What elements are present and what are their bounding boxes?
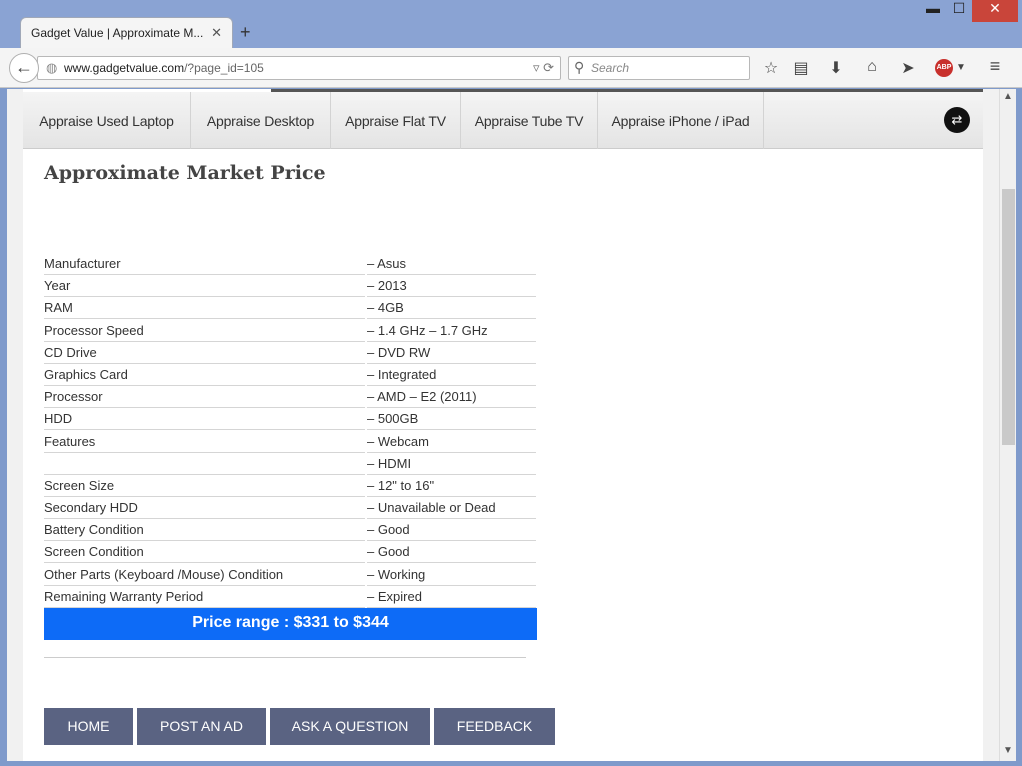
reload-icon[interactable]: ▿ ⟳ — [533, 60, 554, 76]
tab-close-icon[interactable]: ✕ — [211, 25, 222, 41]
table-row: Battery Condition – Good — [44, 519, 536, 542]
url-path: /?page_id=105 — [184, 61, 264, 75]
scroll-down-icon[interactable]: ▼ — [1003, 745, 1013, 756]
table-row: Screen Condition – Good — [44, 541, 536, 564]
spec-value: – HDMI — [367, 453, 536, 475]
spec-table: Manufacturer – Asus Year – 2013 RAM – 4GB P… — [44, 253, 536, 608]
divider — [44, 657, 526, 658]
menu-item-laptop[interactable]: Appraise Used Laptop — [23, 92, 191, 149]
spec-label: Processor — [44, 386, 365, 409]
feedback-button[interactable]: FEEDBACK — [434, 708, 555, 745]
spec-value: – AMD – E2 (2011) — [367, 386, 536, 409]
home-button[interactable]: HOME — [44, 708, 133, 745]
spec-value: – Good — [367, 519, 536, 542]
close-window-button[interactable]: ✕ — [972, 0, 1018, 22]
table-row: Manufacturer – Asus — [44, 253, 536, 275]
minimize-button[interactable]: ▬ — [920, 0, 946, 22]
main-menu: Appraise Used Laptop Appraise Desktop Ap… — [23, 92, 983, 149]
shuffle-icon[interactable]: ⇄ — [944, 107, 970, 133]
spec-label: Features — [44, 431, 365, 453]
spec-label: Year — [44, 275, 365, 298]
spec-value: – Webcam — [367, 431, 536, 453]
home-icon[interactable]: ⌂ — [861, 58, 883, 76]
scroll-thumb[interactable] — [1002, 189, 1015, 445]
new-tab-button[interactable]: + — [240, 22, 251, 43]
table-row: HDD – 500GB — [44, 408, 536, 431]
post-ad-button[interactable]: POST AN AD — [137, 708, 266, 745]
table-row: Features – Webcam — [44, 431, 536, 453]
spec-label: Processor Speed — [44, 320, 365, 342]
table-row: CD Drive – DVD RW — [44, 342, 536, 364]
reading-list-icon[interactable]: ▤ — [790, 58, 812, 78]
spec-value: – Asus — [367, 253, 536, 275]
search-placeholder: Search — [591, 61, 630, 75]
bookmark-star-icon[interactable]: ☆ — [760, 58, 782, 78]
vertical-scrollbar[interactable]: ▲ ▼ — [999, 89, 1016, 761]
table-row: Screen Size – 12" to 16" — [44, 475, 536, 497]
browser-navbar: ◍ www.gadgetvalue.com/?page_id=105 ▿ ⟳ ←… — [0, 48, 1022, 88]
table-row: Processor Speed – 1.4 GHz – 1.7 GHz — [44, 320, 536, 342]
maximize-button[interactable]: ☐ — [946, 0, 972, 22]
spec-label: Screen Condition — [44, 541, 365, 564]
table-row: Graphics Card – Integrated — [44, 364, 536, 386]
table-row: RAM – 4GB — [44, 297, 536, 320]
spec-value: – Unavailable or Dead — [367, 497, 536, 520]
spec-value: – DVD RW — [367, 342, 536, 364]
spec-value: – Working — [367, 564, 536, 586]
menu-item-desktop[interactable]: Appraise Desktop — [191, 92, 331, 149]
menu-item-iphone-ipad[interactable]: Appraise iPhone / iPad — [598, 92, 764, 149]
page-content: Appraise Used Laptop Appraise Desktop Ap… — [23, 89, 983, 761]
tab-title: Gadget Value | Approximate M... — [31, 26, 204, 40]
browser-titlebar: Gadget Value | Approximate M... ✕ + ▬ ☐ … — [0, 0, 1022, 48]
price-range-banner: Price range : $331 to $344 — [44, 608, 537, 640]
spec-value: – 1.4 GHz – 1.7 GHz — [367, 320, 536, 342]
spec-label: Screen Size — [44, 475, 365, 497]
search-input[interactable]: ⚲ Search — [568, 56, 750, 80]
back-arrow-icon: ← — [15, 57, 33, 77]
window-bottom-edge — [0, 761, 1022, 766]
url-bar[interactable]: ◍ www.gadgetvalue.com/?page_id=105 ▿ ⟳ — [37, 56, 561, 80]
globe-icon: ◍ — [46, 60, 58, 75]
menu-icon[interactable]: ≡ — [984, 56, 1006, 77]
table-row: – HDMI — [44, 453, 536, 475]
search-icon: ⚲ — [574, 59, 585, 75]
page-viewport: Appraise Used Laptop Appraise Desktop Ap… — [7, 89, 999, 761]
spec-label: Remaining Warranty Period — [44, 586, 365, 608]
spec-label: Manufacturer — [44, 253, 365, 275]
table-row: Remaining Warranty Period – Expired — [44, 586, 536, 608]
url-domain: www.gadgetvalue.com — [64, 61, 185, 75]
spec-value: – 4GB — [367, 297, 536, 320]
spec-label: CD Drive — [44, 342, 365, 364]
spec-label: Secondary HDD — [44, 497, 365, 520]
menu-item-flat-tv[interactable]: Appraise Flat TV — [331, 92, 461, 149]
spec-label: Battery Condition — [44, 519, 365, 542]
spec-value: – 12" to 16" — [367, 475, 536, 497]
download-icon[interactable]: ⬇ — [825, 58, 847, 78]
page-title: Approximate Market Price — [44, 162, 326, 184]
browser-tab[interactable]: Gadget Value | Approximate M... ✕ — [20, 17, 233, 48]
send-icon[interactable]: ➤ — [897, 58, 919, 78]
spec-value: – 500GB — [367, 408, 536, 431]
table-row: Processor – AMD – E2 (2011) — [44, 386, 536, 409]
chevron-down-icon[interactable]: ▼ — [950, 62, 972, 73]
table-row: Year – 2013 — [44, 275, 536, 298]
spec-value: – Expired — [367, 586, 536, 608]
spec-label: HDD — [44, 408, 365, 431]
menu-item-tube-tv[interactable]: Appraise Tube TV — [461, 92, 598, 149]
spec-label — [44, 453, 365, 475]
spec-label: Graphics Card — [44, 364, 365, 386]
spec-label: RAM — [44, 297, 365, 320]
spec-value: – Integrated — [367, 364, 536, 386]
table-row: Other Parts (Keyboard /Mouse) Condition –… — [44, 564, 536, 586]
scroll-up-icon[interactable]: ▲ — [1003, 91, 1013, 102]
spec-label: Other Parts (Keyboard /Mouse) Condition — [44, 564, 365, 586]
ask-question-button[interactable]: ASK A QUESTION — [270, 708, 430, 745]
spec-value: – 2013 — [367, 275, 536, 298]
table-row: Secondary HDD – Unavailable or Dead — [44, 497, 536, 520]
back-button[interactable]: ← — [9, 53, 39, 83]
spec-value: – Good — [367, 541, 536, 564]
